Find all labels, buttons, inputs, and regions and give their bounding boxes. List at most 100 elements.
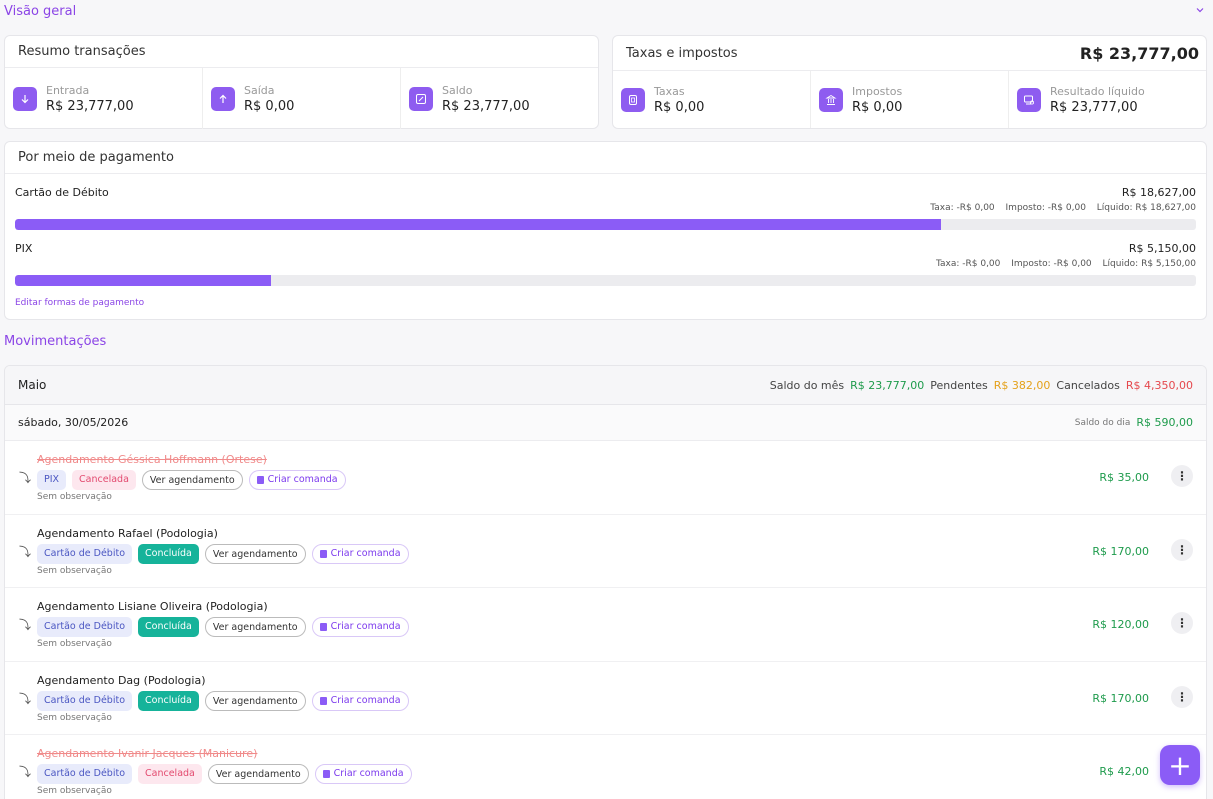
movement-title: Agendamento Dag (Podologia) [37,673,206,687]
month-pending-label: Pendentes [930,378,988,392]
stat-label: Resultado líquido [1050,84,1145,98]
payment-method-name: PIX [15,242,33,255]
add-button[interactable]: + [1160,745,1200,785]
stat-value: R$ 0,00 [654,99,705,115]
day-date: sábado, 30/05/2026 [18,416,129,429]
movement-title: Agendamento Rafael (Podologia) [37,526,218,540]
view-appointment-button[interactable]: Ver agendamento [141,470,243,490]
day-header: sábado, 30/05/2026 Saldo do dia R$ 590,0… [5,405,1206,441]
arrow-down-right-icon: ⤵ [19,544,32,559]
view-appointment-button[interactable]: Ver agendamento [204,543,306,564]
payment-method-tax: Imposto: -R$ 0,00 [1005,203,1086,213]
taxes-total: R$ 23,777,00 [1079,43,1199,63]
view-appointment-button[interactable]: Ver agendamento [204,617,306,637]
month-summary: Saldo do mês R$ 23,777,00 Pendentes R$ 3… [770,379,1193,392]
chevron-down-icon[interactable] [1195,5,1205,15]
movement-amount: R$ 35,00 [1099,471,1149,484]
command-icon [256,476,264,484]
stat-value: R$ 23,777,00 [1050,99,1138,115]
command-icon [319,623,327,631]
payment-method-fee: Taxa: -R$ 0,00 [936,259,1001,269]
more-options-icon[interactable]: ⋮ [1171,465,1193,487]
stat-value: R$ 23,777,00 [46,98,134,114]
stat-label: Taxas [654,84,685,98]
movement-row: ⤵ Agendamento Rafael (Podologia) Cartão … [5,515,1206,588]
balance-icon [409,86,433,111]
arrow-down-right-icon: ⤵ [19,691,32,706]
more-options-icon[interactable]: ⋮ [1171,685,1193,708]
create-command-button[interactable]: Criar comanda [311,617,409,637]
payment-badge: Cartão de Débito [37,764,133,784]
transactions-summary-title: Resumo transações [5,36,598,68]
month-name: Maio [18,378,47,392]
stat-value: R$ 0,00 [852,99,903,115]
movement-title: Agendamento Géssica Hoffmann (Ortese) [37,453,267,466]
movement-row: ⤵ Agendamento Ivanir Jacques (Manicure) … [5,735,1206,799]
payment-method-bar [15,275,1196,286]
status-badge: Concluída [138,690,199,711]
movement-observation: Sem observação [37,565,112,576]
taxes-card: Taxas e impostos R$ 23,777,00 Taxas R$ 0… [612,35,1207,129]
stat-label: Impostos [852,84,903,98]
more-options-icon[interactable]: ⋮ [1171,538,1193,561]
arrow-down-right-icon: ⤵ [19,618,32,632]
movement-observation: Sem observação [37,492,112,502]
payment-method-net: Líquido: R$ 18,627,00 [1096,203,1196,213]
stat-label: Saída [244,83,275,97]
create-command-label: Criar comanda [330,694,401,706]
movement-observation: Sem observação [37,639,112,649]
taxes-card-header: Taxas e impostos R$ 23,777,00 [613,36,1206,71]
payment-method-bar-fill [15,219,941,230]
payment-method-row: Cartão de Débito R$ 18,627,00 Taxa: -R$ … [15,186,1196,232]
month-balance: R$ 23,777,00 [850,378,925,392]
receipt-icon [621,87,645,112]
status-badge: Cancelada [72,470,136,490]
movement-observation: Sem observação [37,712,112,723]
month-header[interactable]: Maio Saldo do mês R$ 23,777,00 Pendentes… [5,366,1206,405]
command-icon [322,770,330,778]
payment-method-tax: Imposto: -R$ 0,00 [1011,259,1092,269]
month-canceled: R$ 4,350,00 [1125,378,1193,392]
stat-entrada: Entrada R$ 23,777,00 [5,68,203,129]
payment-badge: Cartão de Débito [37,690,133,711]
payment-method-net: Líquido: R$ 5,150,00 [1102,259,1196,269]
payment-method-amount: R$ 18,627,00 [1121,186,1196,199]
stat-impostos: Impostos R$ 0,00 [811,71,1009,128]
bank-icon [819,87,843,112]
edit-payment-methods-link[interactable]: Editar formas de pagamento [15,298,144,308]
stat-taxas: Taxas R$ 0,00 [613,71,811,128]
movement-title: Agendamento Lisiane Oliveira (Podologia) [37,600,268,613]
payment-method-bar [15,219,1196,230]
movement-amount: R$ 170,00 [1092,691,1149,705]
movement-amount: R$ 42,00 [1099,765,1149,778]
movement-amount: R$ 170,00 [1092,544,1149,558]
wallet-icon [1017,87,1041,112]
command-icon [319,696,327,705]
stat-saldo: Saldo R$ 23,777,00 [401,68,598,129]
payment-methods-card: Por meio de pagamento Cartão de Débito R… [4,141,1207,320]
create-command-label: Criar comanda [333,768,404,779]
create-command-button[interactable]: Criar comanda [311,543,409,564]
command-icon [319,549,327,558]
movements-title: Movimentações [4,334,107,349]
create-command-label: Criar comanda [330,547,401,559]
view-appointment-button[interactable]: Ver agendamento [207,764,309,784]
create-command-button[interactable]: Criar comanda [311,690,409,711]
payment-methods-title: Por meio de pagamento [5,142,1206,174]
stat-value: R$ 0,00 [244,98,295,114]
payment-method-details: Taxa: -R$ 0,00 Imposto: -R$ 0,00 Líquido… [928,259,1196,269]
arrow-down-right-icon: ⤵ [19,765,32,779]
arrow-down-icon [13,86,37,111]
movement-title: Agendamento Ivanir Jacques (Manicure) [37,747,258,760]
stat-value: R$ 23,777,00 [442,98,530,114]
view-appointment-button[interactable]: Ver agendamento [204,690,306,711]
transactions-summary-card: Resumo transações Entrada R$ 23,777,00 S… [4,35,599,129]
create-command-button[interactable]: Criar comanda [248,470,346,490]
create-command-button[interactable]: Criar comanda [314,764,412,784]
more-options-icon[interactable]: ⋮ [1171,612,1193,634]
payment-badge: PIX [37,470,67,490]
stat-resultado-liquido: Resultado líquido R$ 23,777,00 [1009,71,1206,128]
day-balance-label: Saldo do dia [1074,417,1131,428]
create-command-label: Criar comanda [330,621,401,632]
stat-saida: Saída R$ 0,00 [203,68,401,129]
